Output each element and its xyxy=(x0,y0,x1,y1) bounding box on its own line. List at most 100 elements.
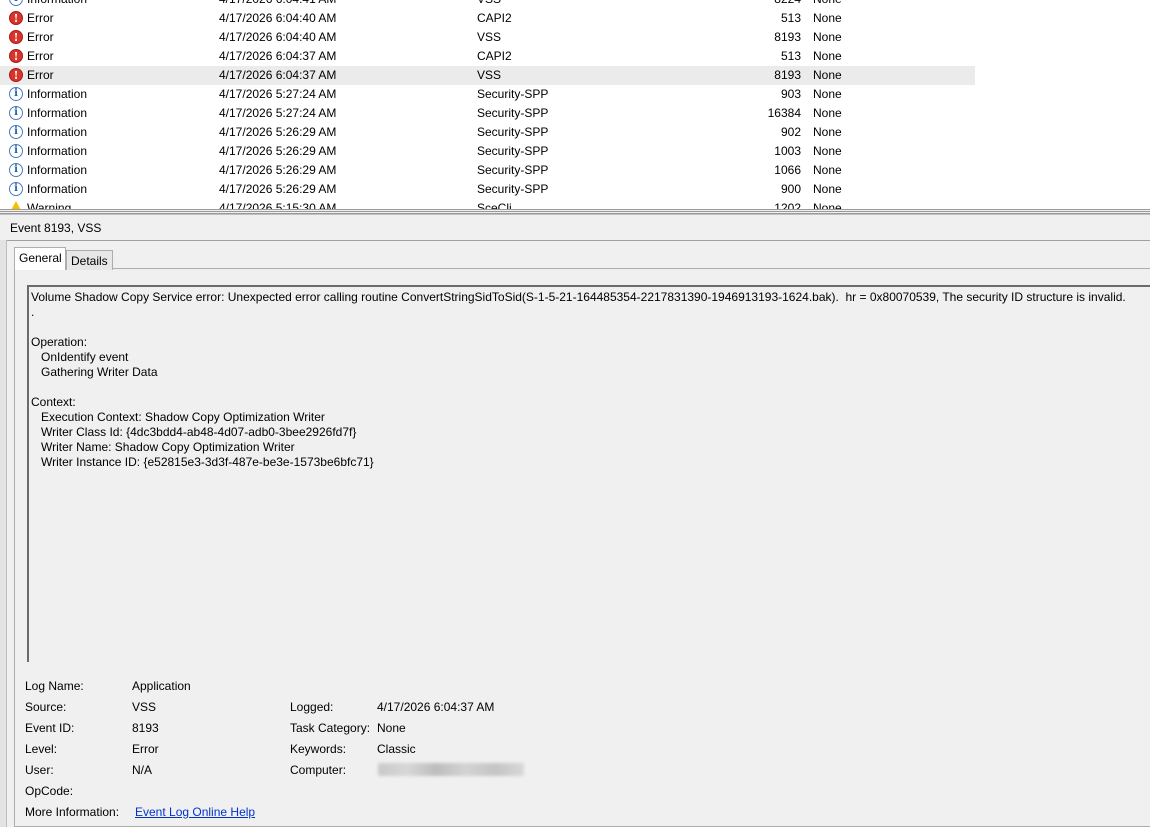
event-id: 8193 xyxy=(774,30,801,44)
information-icon: i xyxy=(9,144,23,158)
source-value: VSS xyxy=(132,700,157,714)
detail-pane-edge xyxy=(0,240,7,827)
event-row[interactable]: ! Error 4/17/2026 6:04:37 AM CAPI2 513 None xyxy=(0,47,975,66)
event-id: 903 xyxy=(780,87,801,101)
event-category: None xyxy=(813,163,842,177)
event-level: Information xyxy=(27,87,88,101)
keywords-value: Classic xyxy=(377,742,416,756)
event-level: Error xyxy=(27,11,54,25)
event-date: 4/17/2026 6:04:37 AM xyxy=(219,68,337,82)
event-source: Security-SPP xyxy=(477,125,549,139)
event-source: Security-SPP xyxy=(477,182,549,196)
event-source: Security-SPP xyxy=(477,106,549,120)
logged-label: Logged: xyxy=(290,700,334,714)
event-date: 4/17/2026 5:26:29 AM xyxy=(219,125,337,139)
event-id: 8224 xyxy=(700,0,801,6)
opcode-label: OpCode: xyxy=(25,784,74,798)
event-category: None xyxy=(813,144,842,158)
event-row[interactable]: i Information 4/17/2026 5:26:29 AM Security… xyxy=(0,161,975,180)
event-level: Information xyxy=(27,106,88,120)
information-icon: i xyxy=(9,87,23,101)
event-category: None xyxy=(813,125,842,139)
event-row[interactable]: ! Error 4/17/2026 6:04:40 AM CAPI2 513 None xyxy=(0,9,975,28)
tab-details[interactable]: Details xyxy=(66,250,113,270)
event-row[interactable]: i Information 4/17/2026 6:04:41 AM VSS 8224 N… xyxy=(0,0,975,9)
event-log-online-help-link[interactable]: Event Log Online Help xyxy=(135,805,255,819)
event-row[interactable]: ! Error 4/17/2026 6:04:40 AM VSS 8193 None xyxy=(0,28,975,47)
logged-value: 4/17/2026 6:04:37 AM xyxy=(377,700,495,714)
log-name-label: Log Name: xyxy=(25,679,84,693)
event-id: 513 xyxy=(780,49,801,63)
user-label: User: xyxy=(25,763,54,777)
event-level: Error xyxy=(27,68,54,82)
event-id: 8193 xyxy=(774,68,801,82)
event-date: 4/17/2026 5:26:29 AM xyxy=(219,182,337,196)
event-id-value: 8193 xyxy=(132,721,159,735)
log-name-value: Application xyxy=(132,679,191,693)
event-row[interactable]: i Information 4/17/2026 5:27:24 AM Security… xyxy=(0,104,975,123)
event-level: Information xyxy=(27,144,88,158)
event-level: Information xyxy=(27,125,88,139)
event-category: None xyxy=(813,182,842,196)
event-source: Security-SPP xyxy=(477,163,549,177)
event-date: 4/17/2026 6:04:40 AM xyxy=(219,11,337,25)
task-category-value: None xyxy=(377,721,406,735)
event-category: None xyxy=(813,49,842,63)
event-row[interactable]: i Information 4/17/2026 5:26:29 AM Security… xyxy=(0,142,975,161)
event-row[interactable]: i Information 4/17/2026 5:27:24 AM Security… xyxy=(0,85,975,104)
event-date: 4/17/2026 5:27:24 AM xyxy=(219,87,337,101)
more-information-label: More Information: xyxy=(25,805,120,819)
event-row[interactable]: i Information 4/17/2026 5:26:29 AM Security… xyxy=(0,180,975,199)
event-category: None xyxy=(813,0,842,6)
event-source: VSS xyxy=(477,0,501,6)
event-row[interactable]: ! Error 4/17/2026 6:04:37 AM VSS 8193 None xyxy=(0,66,975,85)
level-value: Error xyxy=(132,742,159,756)
event-source: VSS xyxy=(477,68,502,82)
information-icon: i xyxy=(9,163,23,177)
event-id: 513 xyxy=(780,11,801,25)
error-icon: ! xyxy=(9,11,23,25)
event-id-label: Event ID: xyxy=(25,721,75,735)
event-level: Error xyxy=(27,49,54,63)
event-source: CAPI2 xyxy=(477,49,512,63)
event-date: 4/17/2026 6:04:40 AM xyxy=(219,30,337,44)
event-level: Information xyxy=(27,0,87,6)
event-category: None xyxy=(813,87,842,101)
error-icon: ! xyxy=(9,30,23,44)
event-date: 4/17/2026 5:26:29 AM xyxy=(219,163,337,177)
event-id: 902 xyxy=(780,125,801,139)
information-icon: i xyxy=(9,125,23,139)
event-id: 1003 xyxy=(774,144,801,158)
keywords-label: Keywords: xyxy=(290,742,347,756)
source-label: Source: xyxy=(25,700,67,714)
level-label: Level: xyxy=(25,742,58,756)
tab-details-label: Details xyxy=(71,254,108,268)
event-category: None xyxy=(813,106,842,120)
event-detail-header: Event 8193, VSS xyxy=(0,214,1150,241)
event-category: None xyxy=(813,11,842,25)
event-list[interactable]: i Information 4/17/2026 6:04:41 AM VSS 8224 N… xyxy=(0,0,1150,210)
information-icon: i xyxy=(9,0,23,6)
event-date: 4/17/2026 6:04:37 AM xyxy=(219,49,337,63)
information-icon: i xyxy=(9,182,23,196)
user-value: N/A xyxy=(132,763,153,777)
event-detail-title: Event 8193, VSS xyxy=(10,221,102,235)
event-date: 4/17/2026 5:26:29 AM xyxy=(219,144,337,158)
event-source: Security-SPP xyxy=(477,144,549,158)
event-category: None xyxy=(813,68,842,82)
information-icon: i xyxy=(9,106,23,120)
event-date: 4/17/2026 5:27:24 AM xyxy=(219,106,337,120)
computer-label: Computer: xyxy=(290,763,347,777)
event-source: CAPI2 xyxy=(477,11,512,25)
event-level: Information xyxy=(27,163,88,177)
event-id: 16384 xyxy=(767,106,801,120)
error-icon: ! xyxy=(9,49,23,63)
tab-general[interactable]: General xyxy=(14,247,66,270)
task-category-label: Task Category: xyxy=(290,721,371,735)
event-row[interactable]: i Information 4/17/2026 5:26:29 AM Security… xyxy=(0,123,975,142)
event-level: Information xyxy=(27,182,88,196)
event-id: 900 xyxy=(780,182,801,196)
event-description[interactable]: Volume Shadow Copy Service error: Unexpe… xyxy=(27,285,1150,662)
event-source: VSS xyxy=(477,30,502,44)
event-id: 1066 xyxy=(774,163,801,177)
